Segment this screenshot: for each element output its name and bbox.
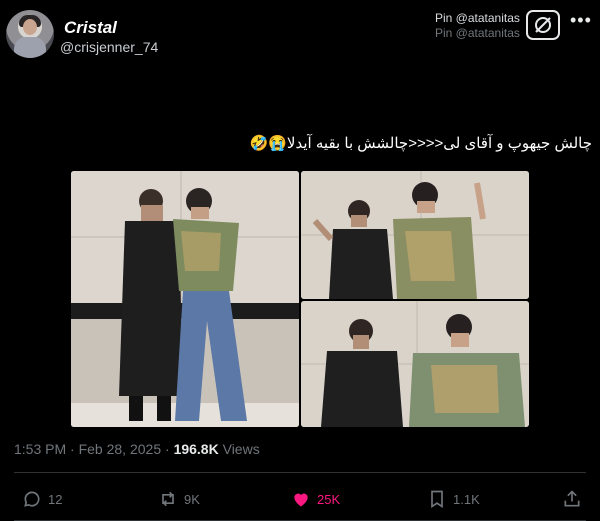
tweet-meta: 1:53 PM · Feb 28, 2025 · 196.8K Views: [14, 441, 260, 457]
divider: [14, 472, 586, 473]
tweet-photo-3[interactable]: [301, 301, 529, 427]
bookmark-button[interactable]: 1.1K: [427, 489, 480, 509]
author-display-name[interactable]: Cristal: [64, 18, 117, 38]
tweet-text: چالش جیهوپ و آقای لی<<<<چالشش با بقیه آی…: [249, 135, 592, 152]
meta-separator: ·: [165, 441, 174, 457]
reply-count: 12: [48, 491, 63, 507]
more-icon[interactable]: •••: [570, 10, 592, 31]
author-handle[interactable]: @crisjenner_74: [60, 39, 158, 55]
pin-button[interactable]: [526, 10, 560, 40]
tweet-date[interactable]: Feb 28, 2025: [79, 441, 162, 457]
views-count: 196.8K: [173, 441, 219, 457]
heart-icon: [294, 493, 308, 507]
bookmark-count: 1.1K: [453, 491, 480, 507]
views-label: Views: [222, 441, 260, 457]
reply-button[interactable]: 12: [22, 489, 62, 509]
repost-button[interactable]: 9K: [158, 489, 200, 509]
tweet-time[interactable]: 1:53 PM: [14, 441, 66, 457]
avatar[interactable]: [6, 10, 54, 58]
like-button[interactable]: 25K: [291, 489, 340, 509]
meta-separator: ·: [70, 441, 79, 457]
share-button[interactable]: [562, 489, 582, 509]
repost-icon: [162, 491, 174, 507]
like-count: 25K: [317, 491, 341, 507]
tweet-photo-2[interactable]: [301, 171, 529, 299]
share-icon: [564, 490, 580, 507]
reply-icon: [24, 491, 40, 507]
repost-count: 9K: [184, 491, 200, 507]
tweet-photo-1[interactable]: [71, 171, 299, 427]
pin-sublabel: Pin @atatanitas: [435, 26, 520, 40]
pin-icon: [535, 17, 551, 33]
bookmark-icon: [431, 490, 443, 509]
pin-label: Pin @atatanitas: [435, 11, 520, 25]
